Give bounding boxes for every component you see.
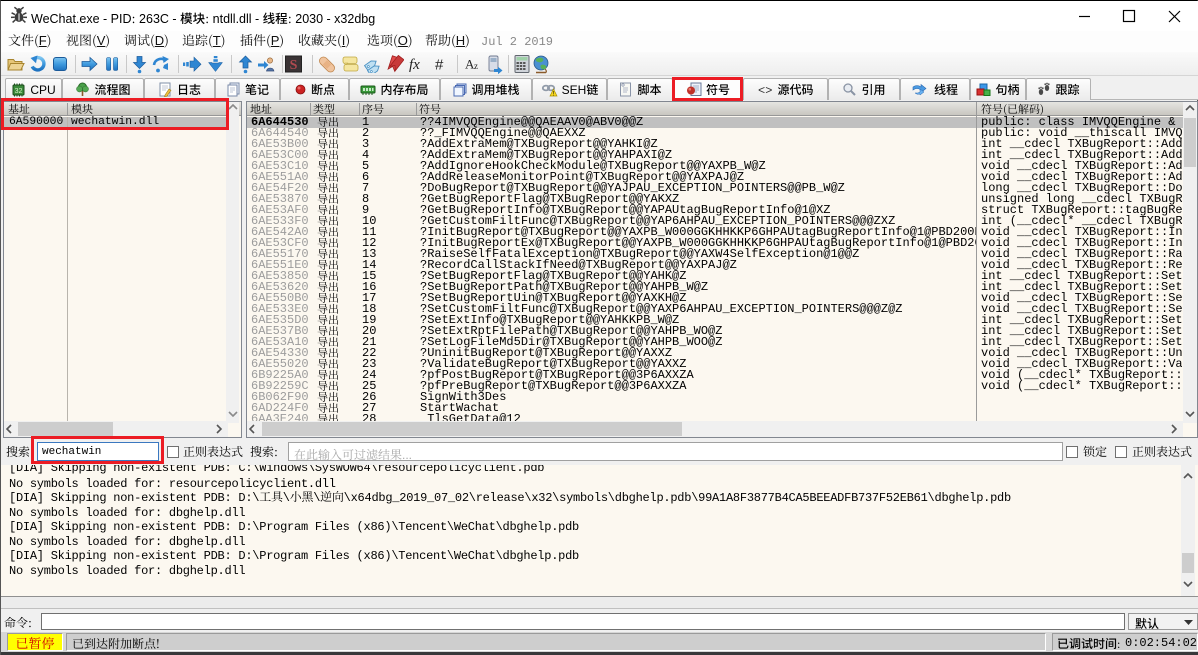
- svg-text:32: 32: [15, 88, 23, 95]
- svg-text:S: S: [290, 58, 298, 73]
- svg-text:#: #: [435, 57, 444, 74]
- svg-text:fx: fx: [409, 57, 420, 73]
- svg-text:z: z: [474, 61, 478, 71]
- svg-text:<>: <>: [758, 84, 772, 96]
